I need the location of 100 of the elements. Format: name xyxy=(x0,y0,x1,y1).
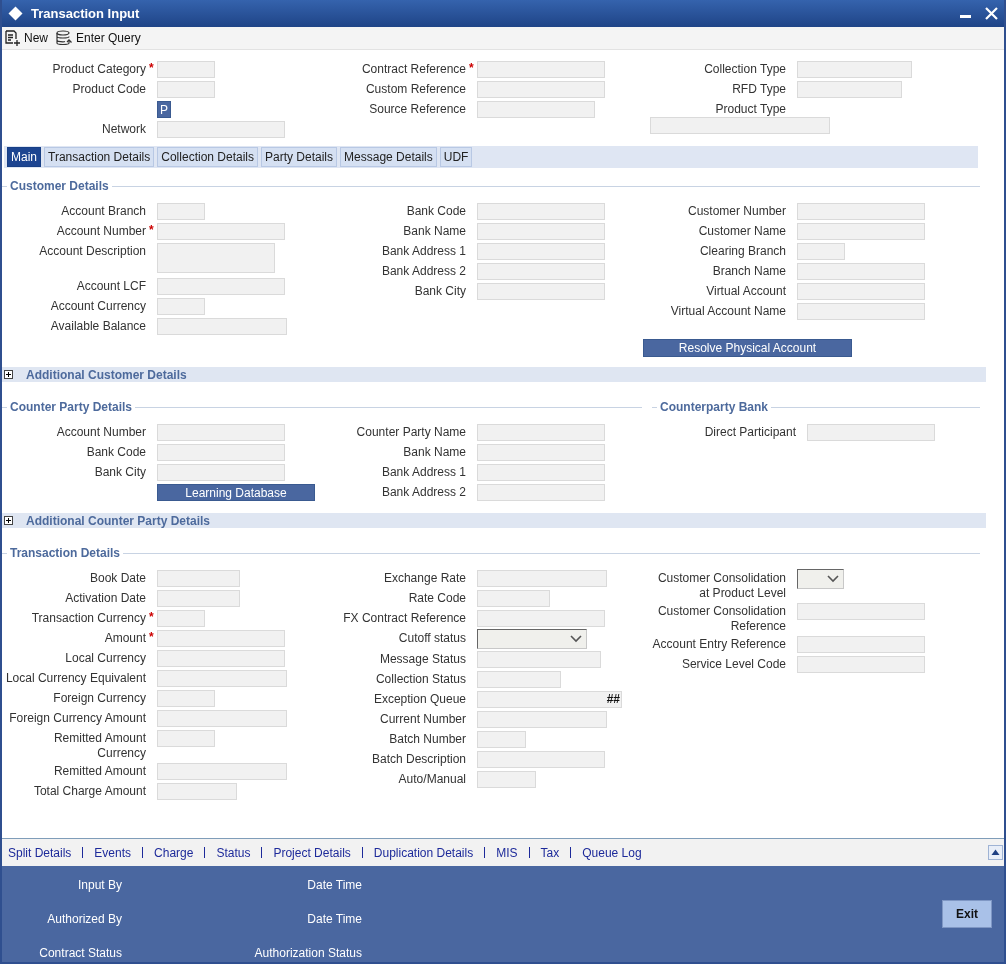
footer-link[interactable]: Duplication Details xyxy=(373,845,474,860)
new-document-icon xyxy=(5,30,21,46)
action-button[interactable]: Learning Database xyxy=(157,484,315,501)
text-field[interactable] xyxy=(477,81,605,98)
text-field[interactable] xyxy=(477,444,605,461)
text-field[interactable] xyxy=(157,298,205,315)
plus-icon[interactable] xyxy=(4,516,13,525)
text-field[interactable] xyxy=(157,783,237,800)
dropdown[interactable] xyxy=(797,569,844,589)
text-field[interactable] xyxy=(157,223,285,240)
lookup-button[interactable]: ## xyxy=(605,692,621,707)
required-marker: * xyxy=(148,609,155,625)
text-field[interactable] xyxy=(797,303,925,320)
text-field[interactable] xyxy=(157,610,205,627)
text-field[interactable] xyxy=(157,763,287,780)
text-field[interactable] xyxy=(797,263,925,280)
text-field[interactable] xyxy=(797,61,912,78)
text-field[interactable] xyxy=(477,590,550,607)
text-field[interactable] xyxy=(157,630,285,647)
text-field[interactable]: ## xyxy=(477,691,622,708)
footer-link[interactable]: Split Details xyxy=(8,845,72,860)
footer-link[interactable]: Status xyxy=(216,845,251,860)
text-field[interactable] xyxy=(797,283,925,300)
scroll-up-icon[interactable] xyxy=(988,845,1003,860)
text-field[interactable] xyxy=(797,243,845,260)
toolbar-button[interactable]: Enter Query xyxy=(56,30,141,46)
required-marker: * xyxy=(468,60,475,76)
action-button[interactable]: P xyxy=(157,101,171,118)
text-field[interactable] xyxy=(157,710,287,727)
text-field[interactable] xyxy=(477,61,605,78)
tab[interactable]: Collection Details xyxy=(157,147,258,167)
text-field[interactable] xyxy=(477,101,595,118)
text-field[interactable] xyxy=(807,424,935,441)
text-field[interactable] xyxy=(157,81,215,98)
text-field[interactable] xyxy=(157,650,285,667)
text-field[interactable] xyxy=(157,670,287,687)
tab[interactable]: Message Details xyxy=(340,147,437,167)
footer-link[interactable]: Events xyxy=(94,845,132,860)
toolbar-button[interactable]: New xyxy=(5,30,48,46)
text-field[interactable] xyxy=(477,203,605,220)
text-field[interactable] xyxy=(477,223,605,240)
text-field[interactable] xyxy=(797,81,902,98)
text-field[interactable] xyxy=(797,603,925,620)
footer-link[interactable]: Project Details xyxy=(273,845,351,860)
text-field[interactable] xyxy=(477,751,605,768)
tab[interactable]: Transaction Details xyxy=(44,147,155,167)
field-label: Contract Reference xyxy=(360,61,466,77)
text-field[interactable] xyxy=(477,570,607,587)
dropdown[interactable] xyxy=(477,629,587,649)
text-field[interactable] xyxy=(157,690,215,707)
text-field[interactable] xyxy=(797,203,925,220)
text-field[interactable] xyxy=(157,61,215,78)
footer-link[interactable]: Queue Log xyxy=(582,845,642,860)
text-field[interactable] xyxy=(797,223,925,240)
tab[interactable]: UDF xyxy=(439,147,473,167)
audit-label: Contract Status xyxy=(38,946,122,960)
text-field[interactable] xyxy=(477,610,605,627)
text-field[interactable] xyxy=(797,636,925,653)
tab[interactable]: Main xyxy=(7,147,41,167)
field-label: Available Balance xyxy=(49,318,146,334)
text-field[interactable] xyxy=(477,731,526,748)
text-field[interactable] xyxy=(477,671,561,688)
plus-icon[interactable] xyxy=(4,370,13,379)
close-icon[interactable] xyxy=(985,7,998,20)
text-field[interactable] xyxy=(157,318,287,335)
text-field[interactable] xyxy=(650,117,830,134)
text-field[interactable] xyxy=(157,203,205,220)
text-field[interactable] xyxy=(157,444,285,461)
text-field[interactable] xyxy=(157,424,285,441)
database-icon xyxy=(56,30,73,46)
text-field[interactable] xyxy=(477,464,605,481)
collapsible-section-header[interactable]: Additional Counter Party Details xyxy=(2,513,986,528)
exit-button[interactable]: Exit xyxy=(942,900,992,928)
text-field[interactable] xyxy=(477,711,607,728)
action-button[interactable]: Resolve Physical Account xyxy=(643,339,852,357)
text-area[interactable] xyxy=(157,243,275,273)
text-field[interactable] xyxy=(477,283,605,300)
text-field[interactable] xyxy=(477,424,605,441)
text-field[interactable] xyxy=(477,484,605,501)
text-field[interactable] xyxy=(157,278,285,295)
footer-link[interactable]: Charge xyxy=(154,845,194,860)
required-marker: * xyxy=(148,60,155,76)
text-field[interactable] xyxy=(797,656,925,673)
tab[interactable]: Party Details xyxy=(261,147,338,167)
text-field[interactable] xyxy=(477,771,536,788)
collapsible-section-header[interactable]: Additional Customer Details xyxy=(2,367,986,382)
text-field[interactable] xyxy=(477,263,605,280)
text-field[interactable] xyxy=(157,590,240,607)
text-field[interactable] xyxy=(477,651,601,668)
field-label: Batch Description xyxy=(370,751,466,767)
audit-label: Date Time xyxy=(306,878,362,892)
field-label: Exchange Rate xyxy=(382,570,466,586)
text-field[interactable] xyxy=(157,464,285,481)
text-field[interactable] xyxy=(157,121,285,138)
window-title: Transaction Input xyxy=(31,6,141,21)
footer-link[interactable]: MIS xyxy=(496,845,518,860)
footer-link[interactable]: Tax xyxy=(540,845,560,860)
text-field[interactable] xyxy=(477,243,605,260)
text-field[interactable] xyxy=(157,570,240,587)
text-field[interactable] xyxy=(157,730,215,747)
